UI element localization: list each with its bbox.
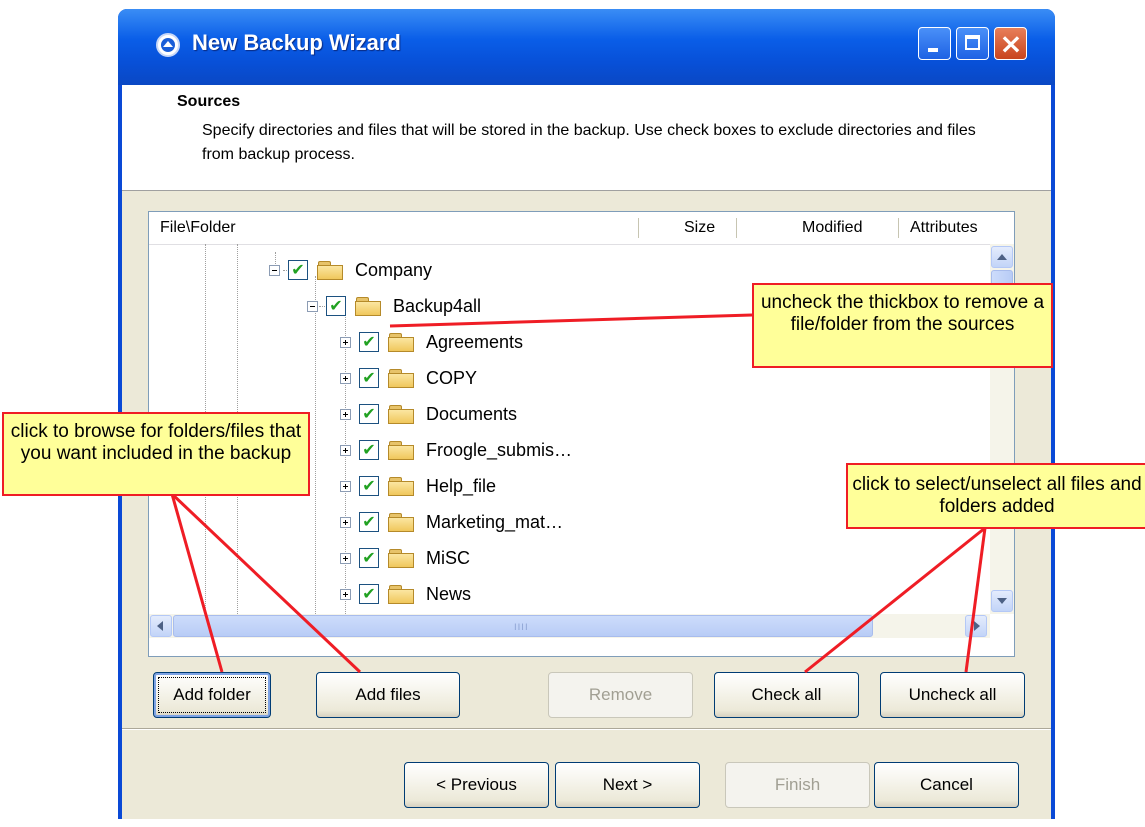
expand-icon[interactable] xyxy=(340,480,351,492)
tree-item-label: Help_file xyxy=(426,475,497,496)
tree-item-label: Marketing_mat… xyxy=(426,511,564,532)
scroll-left-button[interactable] xyxy=(150,615,172,637)
finish-button[interactable]: Finish xyxy=(725,762,870,808)
expand-icon[interactable] xyxy=(340,444,351,456)
folder-icon xyxy=(388,440,416,460)
chevron-right-icon xyxy=(974,621,980,631)
item-checkbox[interactable]: ✔ xyxy=(359,368,379,388)
add-files-button[interactable]: Add files xyxy=(316,672,460,718)
item-checkbox[interactable]: ✔ xyxy=(359,476,379,496)
collapse-icon[interactable] xyxy=(307,300,318,312)
cancel-label: Cancel xyxy=(920,775,973,794)
horizontal-scrollbar[interactable]: IIII xyxy=(149,614,990,638)
tree-item-label: Backup4all xyxy=(393,295,482,316)
maximize-button[interactable] xyxy=(956,27,989,60)
chevron-up-icon xyxy=(997,254,1007,260)
maximize-icon xyxy=(965,35,980,50)
item-checkbox[interactable]: ✔ xyxy=(359,404,379,424)
column-file-folder[interactable]: File\Folder xyxy=(160,219,236,237)
tree-item[interactable]: ✔ Company xyxy=(269,252,432,288)
callout-uncheck: uncheck the thickbox to remove a file/fo… xyxy=(752,283,1053,368)
scroll-right-button[interactable] xyxy=(965,615,987,637)
scroll-grip: IIII xyxy=(514,623,529,633)
next-button[interactable]: Next > xyxy=(555,762,700,808)
check-all-button[interactable]: Check all xyxy=(714,672,859,718)
expand-icon[interactable] xyxy=(340,516,351,528)
tree-item-label: MiSC xyxy=(426,547,470,568)
tree-item[interactable]: ✔ Help_file xyxy=(340,468,496,504)
item-checkbox[interactable]: ✔ xyxy=(326,296,346,316)
column-attributes[interactable]: Attributes xyxy=(910,219,978,237)
uncheck-all-label: Uncheck all xyxy=(908,685,997,704)
tree-item[interactable]: ✔ MiSC xyxy=(340,540,470,576)
item-checkbox[interactable]: ✔ xyxy=(359,512,379,532)
folder-icon xyxy=(388,332,416,352)
folder-icon xyxy=(388,584,416,604)
uncheck-all-button[interactable]: Uncheck all xyxy=(880,672,1025,718)
add-folder-button[interactable]: Add folder xyxy=(153,672,271,718)
item-checkbox[interactable]: ✔ xyxy=(288,260,308,280)
window-title: New Backup Wizard xyxy=(192,30,401,55)
scroll-down-button[interactable] xyxy=(991,590,1013,612)
expand-icon[interactable] xyxy=(340,372,351,384)
remove-button[interactable]: Remove xyxy=(548,672,693,718)
tree-item[interactable]: ✔ COPY xyxy=(340,360,477,396)
page-title: Sources xyxy=(177,93,241,110)
expand-icon[interactable] xyxy=(340,336,351,348)
tree-item[interactable]: ✔ Agreements xyxy=(340,324,523,360)
tree-item[interactable]: ✔ Documents xyxy=(340,396,517,432)
previous-label: < Previous xyxy=(436,775,517,794)
tree-item[interactable]: ✔ Backup4all xyxy=(307,288,481,324)
chevron-down-icon xyxy=(997,598,1007,604)
folder-icon xyxy=(355,296,383,316)
item-checkbox[interactable]: ✔ xyxy=(359,584,379,604)
tree-item-label: Documents xyxy=(426,403,518,424)
item-checkbox[interactable]: ✔ xyxy=(359,548,379,568)
wizard-header: Sources Specify directories and files th… xyxy=(122,85,1051,191)
folder-icon xyxy=(388,548,416,568)
column-header: File\Folder Size Modified Attributes xyxy=(149,212,1014,245)
callout-browse: click to browse for folders/files that y… xyxy=(2,412,310,496)
app-icon xyxy=(156,33,180,57)
chevron-left-icon xyxy=(157,621,163,631)
check-all-label: Check all xyxy=(751,685,822,704)
next-label: Next > xyxy=(602,775,653,794)
folder-icon xyxy=(388,512,416,532)
scroll-up-button[interactable] xyxy=(991,246,1013,268)
expand-icon[interactable] xyxy=(340,552,351,564)
previous-button[interactable]: < Previous xyxy=(404,762,549,808)
column-size[interactable]: Size xyxy=(684,219,715,237)
folder-icon xyxy=(388,368,416,388)
expand-icon[interactable] xyxy=(340,408,351,420)
tree-item[interactable]: ✔ Marketing_mat… xyxy=(340,504,563,540)
item-checkbox[interactable]: ✔ xyxy=(359,440,379,460)
tree-item-label: Agreements xyxy=(426,331,524,352)
item-checkbox[interactable]: ✔ xyxy=(359,332,379,352)
close-button[interactable]: × xyxy=(994,27,1027,60)
add-files-label: Add files xyxy=(355,685,421,704)
expand-icon[interactable] xyxy=(340,588,351,600)
callout-select-all: click to select/unselect all files and f… xyxy=(846,463,1145,529)
tree-item[interactable]: ✔ Froogle_submis… xyxy=(340,432,572,468)
folder-icon xyxy=(388,476,416,496)
horizontal-scroll-thumb[interactable]: IIII xyxy=(173,615,873,637)
minimize-icon xyxy=(928,48,938,52)
tree-item[interactable]: ✔ News xyxy=(340,576,471,612)
finish-label: Finish xyxy=(774,775,821,794)
tree-item-label: COPY xyxy=(426,367,478,388)
page-description: Specify directories and files that will … xyxy=(202,122,976,163)
collapse-icon[interactable] xyxy=(269,264,280,276)
tree-item-label: News xyxy=(426,583,472,604)
remove-label: Remove xyxy=(588,685,653,704)
folder-icon xyxy=(317,260,345,280)
tree-item-label: Froogle_submis… xyxy=(426,439,573,460)
folder-icon xyxy=(388,404,416,424)
tree-item-label: Company xyxy=(355,259,433,280)
title-bar[interactable]: New Backup Wizard × xyxy=(118,9,1055,85)
column-modified[interactable]: Modified xyxy=(802,219,862,237)
close-icon: × xyxy=(999,27,1023,60)
minimize-button[interactable] xyxy=(918,27,951,60)
footer-separator xyxy=(122,728,1051,730)
cancel-button[interactable]: Cancel xyxy=(874,762,1019,808)
